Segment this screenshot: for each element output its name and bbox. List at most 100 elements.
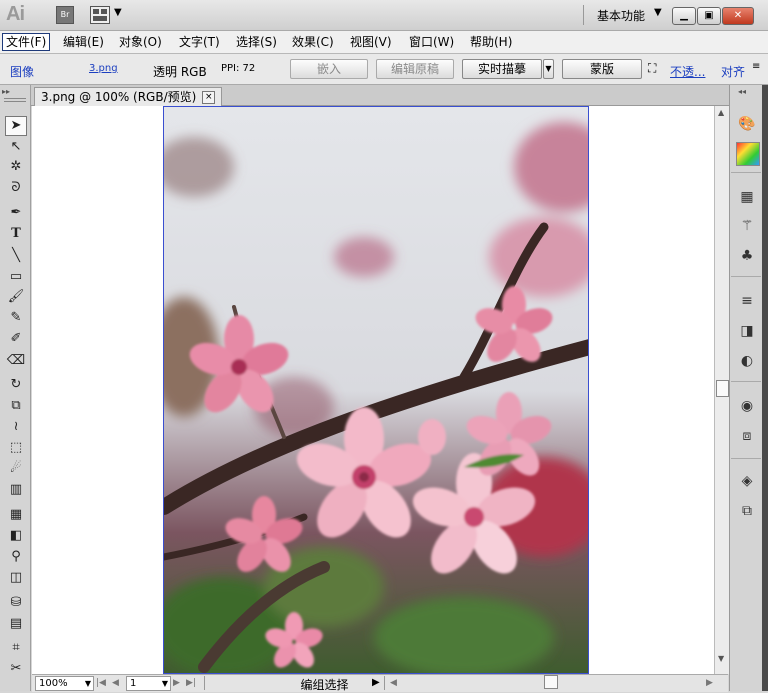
dock-separator (731, 381, 761, 382)
menu-view[interactable]: 视图(V) (347, 34, 395, 50)
embed-button[interactable]: 嵌入 (290, 59, 368, 79)
mask-button[interactable]: 蒙版 (562, 59, 642, 79)
paintbrush-tool-icon[interactable]: 🖌 (6, 288, 26, 306)
eyedropper-tool-icon[interactable]: ⚲ (6, 548, 26, 566)
artboard-tool-icon[interactable]: ⌗ (6, 639, 26, 657)
rectangle-tool-icon[interactable]: ▭ (6, 268, 26, 286)
menu-select[interactable]: 选择(S) (233, 34, 280, 50)
slice-tool-icon[interactable]: ✂ (6, 660, 26, 678)
restore-button[interactable]: ▣ (697, 7, 721, 25)
eraser-tool-icon[interactable]: ⌫ (6, 352, 26, 370)
selection-tool-icon[interactable]: ➤ (5, 116, 27, 136)
bridge-button[interactable]: Br (56, 6, 74, 24)
scroll-right-icon[interactable]: ▶ (706, 678, 713, 688)
last-artboard-icon[interactable]: ▶| (186, 678, 196, 688)
tools-collapse-icon[interactable]: ▸▸ (2, 87, 10, 96)
arrange-dropdown-icon[interactable]: ▼ (114, 7, 122, 18)
status-tool-text[interactable]: 编组选择 (237, 676, 412, 693)
live-trace-button[interactable]: 实时描摹 (462, 59, 542, 79)
artboard-number-field[interactable]: 1 ▼ (126, 676, 171, 691)
edit-original-button[interactable]: 编辑原稿 (376, 59, 454, 79)
workspace-dropdown-icon[interactable]: ▼ (654, 7, 662, 18)
mesh-tool-icon[interactable]: ▦ (6, 506, 26, 524)
scale-tool-icon[interactable]: ⧉ (6, 397, 26, 415)
scroll-up-icon[interactable]: ▲ (718, 108, 724, 117)
menu-help[interactable]: 帮助(H) (467, 34, 515, 50)
minimize-button[interactable]: ▁ (672, 7, 696, 25)
arrange-documents-icon[interactable] (90, 6, 110, 24)
document-tab[interactable]: 3.png @ 100% (RGB/预览) × (34, 87, 223, 106)
color-mode-label: 透明 RGB (153, 65, 207, 79)
swatches-icon[interactable]: ▦ (736, 186, 758, 208)
next-artboard-icon[interactable]: ▶ (173, 678, 180, 688)
object-type-label[interactable]: 图像 (10, 63, 34, 80)
ppi-label: PPI: 72 (221, 63, 256, 74)
workspace-switcher[interactable]: 基本功能 (597, 7, 645, 24)
placed-image[interactable] (163, 106, 589, 674)
type-tool-icon[interactable]: T (6, 225, 26, 243)
pencil-tool-icon[interactable]: ✎ (6, 309, 26, 327)
column-graph-tool-icon[interactable]: ▤ (6, 615, 26, 633)
align-link[interactable]: 对齐 (721, 63, 745, 80)
zoom-dropdown-icon[interactable]: ▼ (85, 677, 91, 690)
scroll-down-icon[interactable]: ▼ (718, 654, 724, 663)
brushes-icon[interactable]: ⚚ (736, 215, 758, 237)
artboards-icon[interactable]: ⧉ (736, 500, 758, 522)
horizontal-scroll-thumb[interactable] (544, 675, 558, 689)
free-transform-tool-icon[interactable]: ⬚ (6, 439, 26, 457)
line-tool-icon[interactable]: ╲ (6, 247, 26, 265)
scroll-left-icon[interactable]: ◀ (390, 678, 397, 688)
graphic-styles-icon[interactable]: ⧈ (736, 425, 758, 447)
symbol-sprayer-tool-icon[interactable]: ☄ (6, 460, 26, 478)
artboard-number: 1 (130, 678, 137, 689)
direct-selection-tool-icon[interactable]: ↖ (6, 138, 26, 156)
menu-file[interactable]: 文件(F) (2, 33, 51, 51)
menu-bar: 文件(F) 编辑(E) 对象(O) 文字(T) 选择(S) 效果(C) 视图(V… (0, 31, 768, 54)
opacity-link[interactable]: 不透... (670, 63, 705, 80)
document-tab-title: 3.png @ 100% (RGB/预览) (41, 90, 197, 104)
control-bar-menu-icon[interactable]: ≡ (752, 61, 760, 72)
menu-object[interactable]: 对象(O) (116, 34, 165, 50)
close-window-button[interactable]: ✕ (722, 7, 754, 25)
menu-edit[interactable]: 编辑(E) (60, 34, 107, 50)
dock-separator (731, 276, 761, 277)
blend-tool-icon[interactable]: ◫ (6, 569, 26, 587)
rotate-tool-icon[interactable]: ↻ (6, 376, 26, 394)
menu-window[interactable]: 窗口(W) (406, 34, 457, 50)
linked-file-link[interactable]: 3.png (89, 63, 118, 74)
transparency-icon[interactable]: ◐ (736, 350, 758, 372)
gradient-icon[interactable]: ◨ (736, 320, 758, 342)
status-menu-icon[interactable]: ▶ (372, 677, 380, 688)
magic-wand-tool-icon[interactable]: ✲ (6, 158, 26, 176)
stroke-icon[interactable]: ≡ (736, 290, 758, 312)
pen-tool-icon[interactable]: ✒ (6, 204, 26, 222)
close-tab-icon[interactable]: × (202, 91, 216, 104)
vertical-scroll-thumb[interactable] (716, 380, 729, 397)
menu-type[interactable]: 文字(T) (176, 34, 223, 50)
app-logo: Ai (6, 3, 25, 25)
color-panel-icon[interactable] (736, 142, 760, 166)
color-guide-icon[interactable]: 🎨 (736, 113, 758, 135)
first-artboard-icon[interactable]: |◀ (96, 678, 106, 688)
titlebar-divider (583, 5, 584, 25)
symbols-icon[interactable]: ♣ (736, 245, 758, 267)
live-paint-tool-icon[interactable]: ⛁ (6, 594, 26, 612)
status-bar: 100% ▼ |◀ ◀ 1 ▼ ▶ ▶| 编组选择 ▶ ◀ ▶ (32, 674, 728, 692)
zoom-field[interactable]: 100% ▼ (35, 676, 94, 691)
lasso-tool-icon[interactable]: ᘐ (6, 179, 26, 197)
appearance-icon[interactable]: ◉ (736, 395, 758, 417)
status-divider (204, 676, 205, 690)
live-trace-options-icon[interactable]: ▼ (543, 59, 554, 79)
blob-brush-tool-icon[interactable]: ✐ (6, 330, 26, 348)
artboard-dropdown-icon[interactable]: ▼ (162, 677, 168, 690)
watermark-url: jingyan.baidu.com (620, 652, 722, 665)
layers-icon[interactable]: ◈ (736, 470, 758, 492)
gradient-tool-icon[interactable]: ◧ (6, 527, 26, 545)
transform-icon[interactable]: ⛶ (648, 61, 656, 76)
graph-tool-icon[interactable]: ▥ (6, 481, 26, 499)
tools-grip[interactable] (4, 98, 26, 102)
previous-artboard-icon[interactable]: ◀ (112, 678, 119, 688)
warp-tool-icon[interactable]: ≀ (6, 418, 26, 436)
dock-expand-icon[interactable]: ◂◂ (738, 87, 746, 96)
menu-effect[interactable]: 效果(C) (289, 34, 337, 50)
